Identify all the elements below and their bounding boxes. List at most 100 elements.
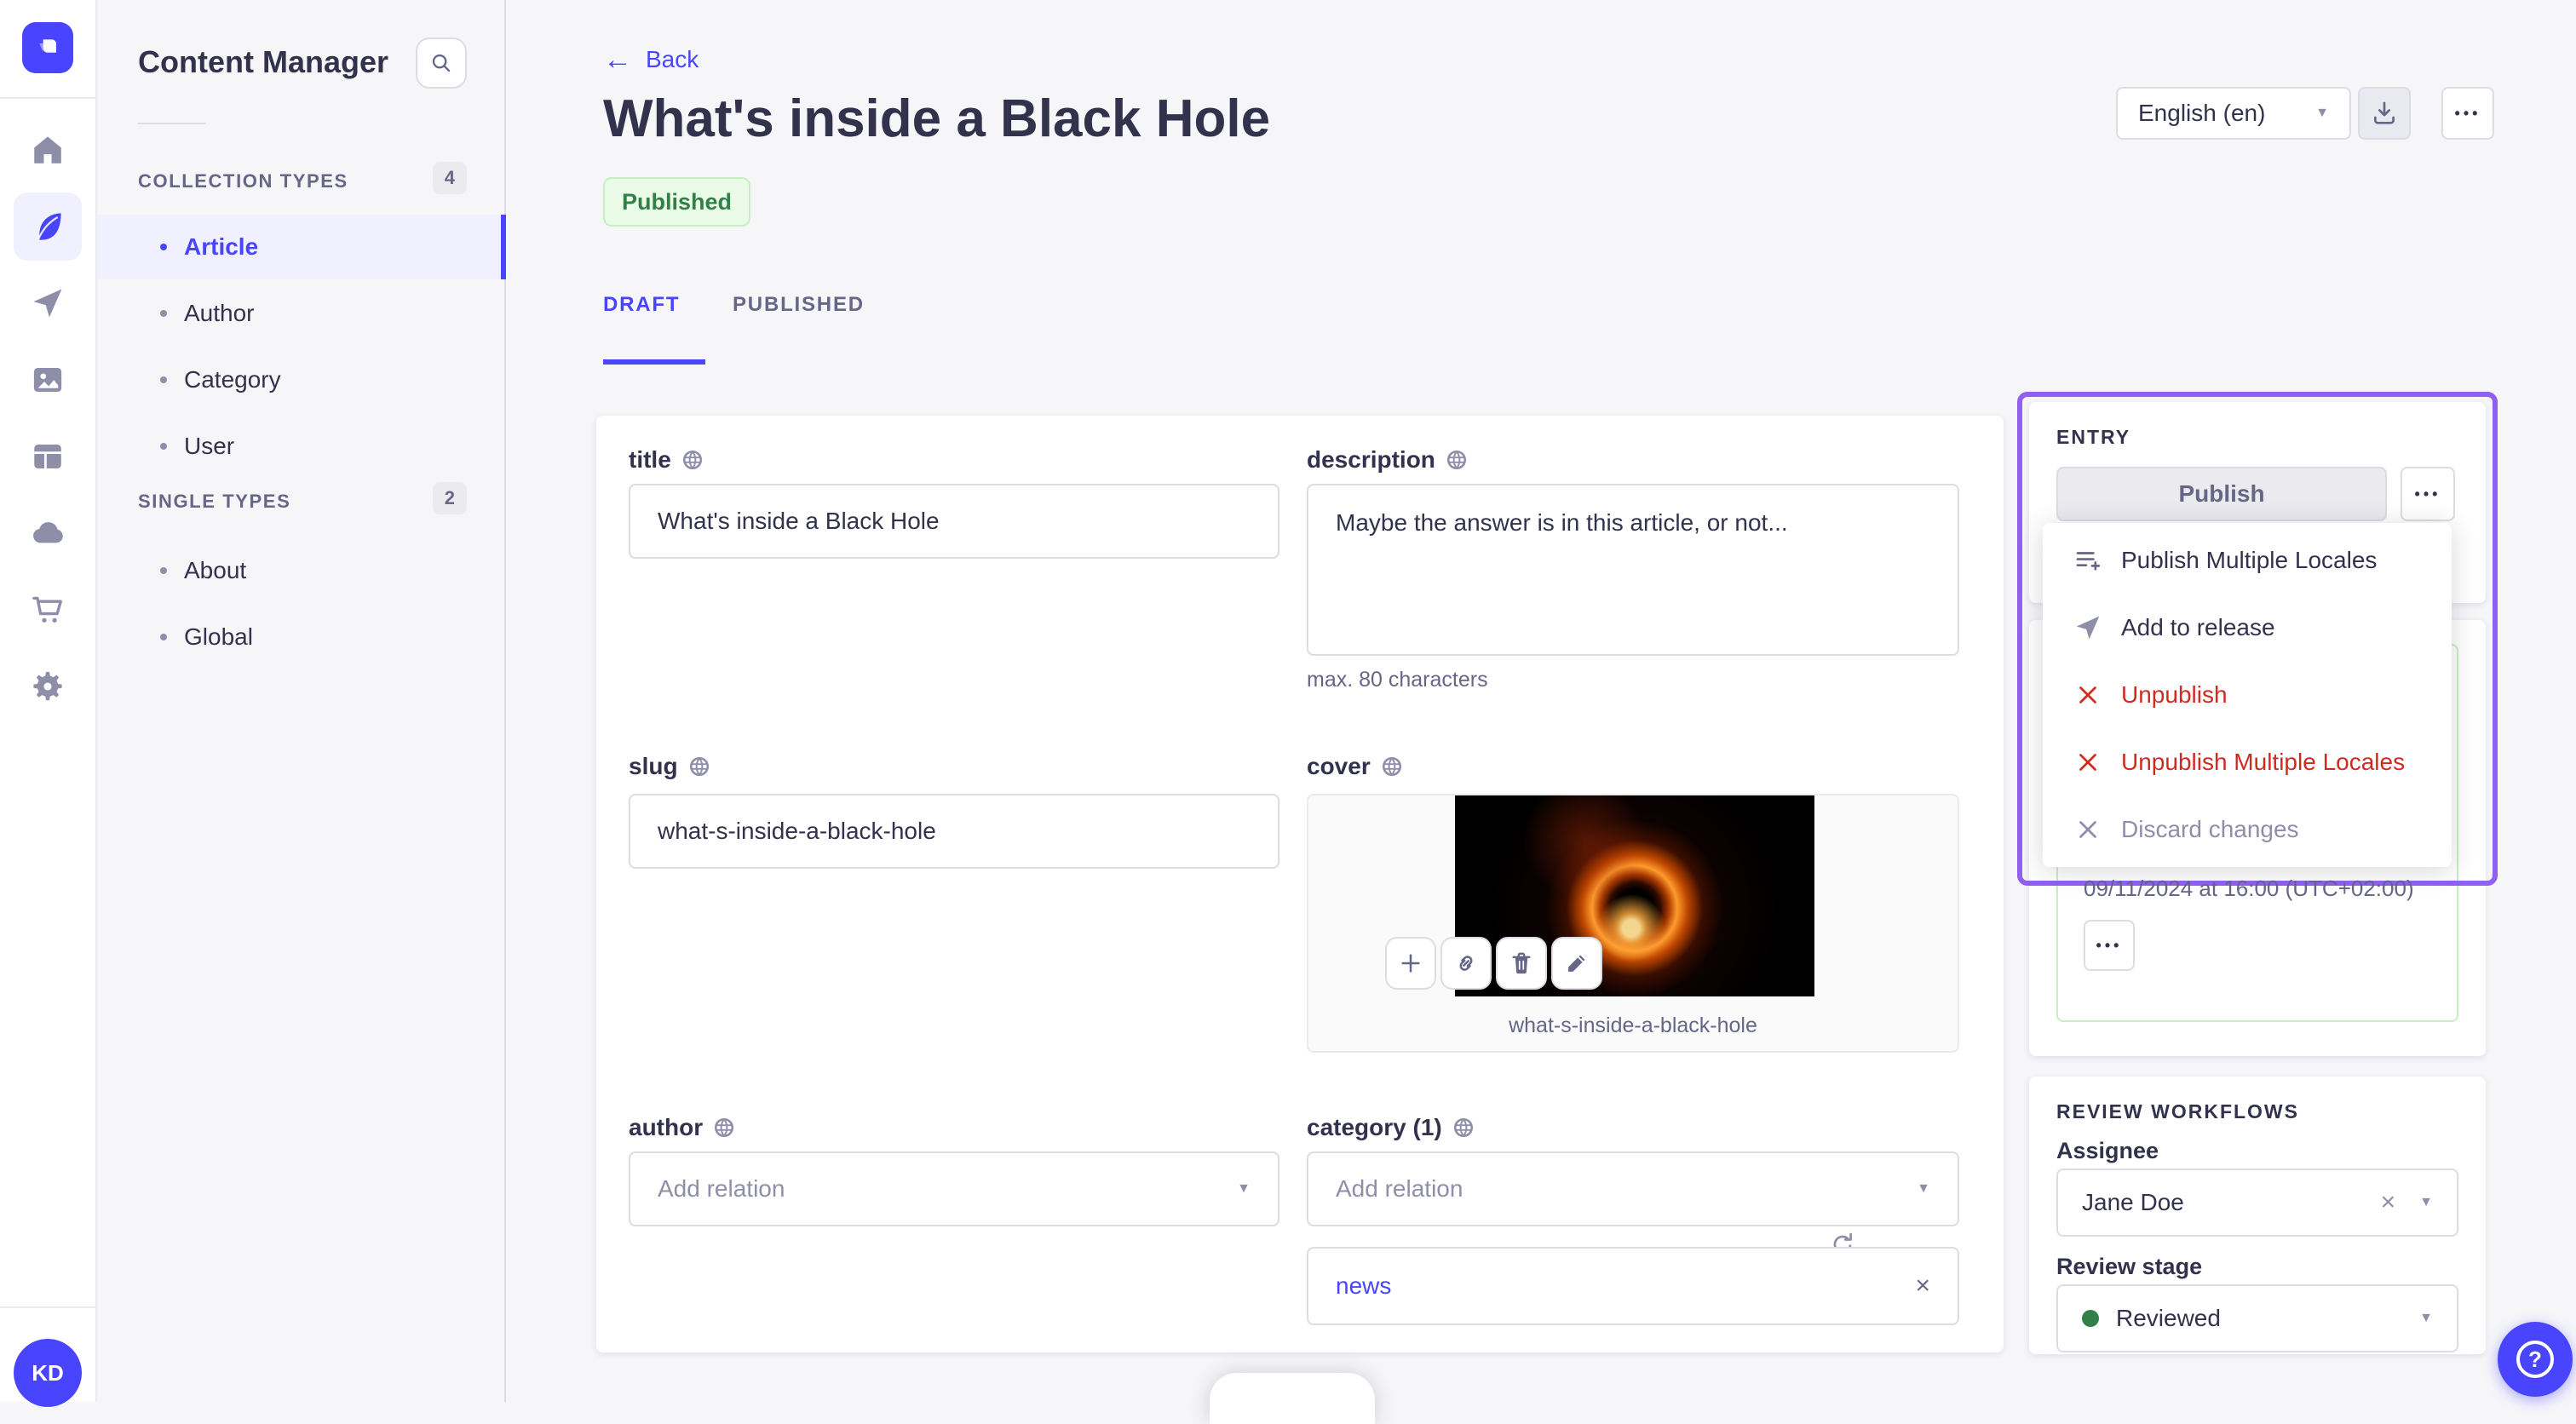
review-workflows-panel: REVIEW WORKFLOWS Assignee Jane Doe × ▼ R… [2029,1077,2486,1354]
feather-icon [37,213,61,240]
user-avatar[interactable]: KD [14,1339,82,1407]
review-stage-label: Review stage [2056,1254,2203,1279]
menu-item-add-to-release[interactable]: Add to release [2043,594,2452,661]
stage-status-dot [2082,1310,2099,1327]
status-badge: Published [603,177,751,227]
slug-input[interactable] [629,794,1279,869]
bullet-icon [160,310,167,317]
sidebar-item-global[interactable]: Global [97,605,506,669]
copy-link-button[interactable] [1440,937,1492,990]
title-input[interactable] [629,484,1279,559]
icon-rail: KD [0,0,97,1407]
description-hint: max. 80 characters [1307,668,1488,692]
strapi-logo[interactable] [22,22,73,73]
nav-content-type-builder[interactable] [14,422,82,491]
cover-caption: what-s-inside-a-black-hole [1509,1013,1757,1037]
nav-settings[interactable] [14,652,82,721]
chevron-down-icon: ▼ [1237,1181,1251,1196]
bullet-icon [160,443,167,450]
description-textarea[interactable]: Maybe the answer is in this article, or … [1307,484,1959,656]
nav-content-manager[interactable] [14,192,82,261]
more-icon: ••• [2454,105,2481,122]
active-tab-underline [603,359,705,365]
assignee-combobox[interactable]: Jane Doe × ▼ [2056,1168,2458,1237]
menu-item-discard-changes[interactable]: Discard changes [2043,795,2452,863]
search-button[interactable] [416,37,467,89]
media-icon [33,368,62,392]
section-single-types: SINGLE TYPES [138,491,291,512]
author-field-label: author [629,1114,735,1141]
send-icon [33,289,62,318]
remove-tag-icon[interactable]: × [1915,1272,1930,1301]
strapi-logo-icon [39,39,56,53]
bullet-icon [160,634,167,640]
rail-divider [0,97,97,99]
single-types-count: 2 [432,482,467,514]
entry-form-card: title description Maybe the answer is in… [596,416,2004,1352]
cross-icon [2079,820,2096,838]
send-icon [2076,616,2100,639]
review-stage-select[interactable]: Reviewed ▼ [2056,1284,2458,1352]
bottom-action-pill[interactable] [1210,1373,1375,1424]
sidebar-divider [138,123,206,124]
search-icon [432,54,451,72]
sidebar-item-author[interactable]: Author [97,281,506,346]
clear-assignee-icon[interactable]: × [2381,1188,2420,1217]
help-icon: ? [2516,1341,2554,1378]
nav-releases[interactable] [14,269,82,337]
menu-item-unpublish[interactable]: Unpublish [2043,661,2452,728]
back-link[interactable]: ← Back [603,43,699,76]
globe-icon [682,450,702,470]
globe-icon [689,756,709,777]
nav-home[interactable] [14,116,82,184]
cover-media-panel: what-s-inside-a-black-hole [1307,794,1959,1053]
cross-icon [2079,753,2096,771]
sidebar-item-category[interactable]: Category [97,347,506,412]
plus-icon [1401,954,1420,973]
menu-item-publish-multiple-locales[interactable]: Publish Multiple Locales [2043,526,2452,594]
gear-icon [33,672,62,701]
category-relation-select[interactable]: Add relation ▼ [1307,1151,1959,1226]
more-icon: ••• [2096,937,2123,954]
back-arrow-icon: ← [603,43,632,76]
sidebar-title: Content Manager [138,44,389,79]
entry-more-button[interactable]: ••• [2401,467,2455,521]
edit-media-button[interactable] [1551,937,1602,990]
release-date: 09/11/2024 at 16:00 (UTC+02:00) [2084,876,2414,901]
more-icon: ••• [2414,485,2441,502]
sidebar-item-about[interactable]: About [97,538,506,603]
tab-draft[interactable]: DRAFT [603,293,680,317]
add-media-button[interactable] [1385,937,1436,990]
cover-action-bar [1385,937,1602,990]
author-relation-select[interactable]: Add relation ▼ [629,1151,1279,1226]
nav-media-library[interactable] [14,346,82,414]
export-button[interactable] [2358,87,2411,140]
locale-select[interactable]: English (en) ▼ [2116,87,2351,140]
nav-marketplace[interactable] [14,576,82,644]
trash-icon [1512,952,1531,974]
slug-field-label: slug [629,753,710,780]
sidebar: Content Manager COLLECTION TYPES 4 Artic… [97,0,506,1402]
cover-field-label: cover [1307,753,1403,780]
tab-published[interactable]: PUBLISHED [733,293,865,317]
category-tag-news[interactable]: news [1336,1272,1391,1300]
menu-item-unpublish-multiple-locales[interactable]: Unpublish Multiple Locales [2043,728,2452,795]
header-more-button[interactable]: ••• [2441,87,2494,140]
help-button[interactable]: ? [2498,1322,2573,1397]
publish-button[interactable]: Publish [2056,467,2387,521]
list-plus-icon [2076,551,2101,571]
title-field-label: title [629,446,704,474]
nav-deploy[interactable] [14,499,82,567]
home-icon [34,136,61,164]
bullet-icon [160,244,167,250]
cross-icon [2079,686,2096,703]
globe-icon [1453,1117,1473,1138]
sidebar-item-article[interactable]: Article [97,215,506,279]
description-field-label: description [1307,446,1468,474]
category-tag-row: news × [1307,1247,1959,1325]
chevron-down-icon: ▼ [1917,1181,1930,1196]
sidebar-item-user[interactable]: User [97,414,506,479]
delete-media-button[interactable] [1496,937,1547,990]
content-manager-app: KD Content Manager COLLECTION TYPES 4 Ar… [0,0,2576,1424]
release-more-button[interactable]: ••• [2084,920,2135,971]
